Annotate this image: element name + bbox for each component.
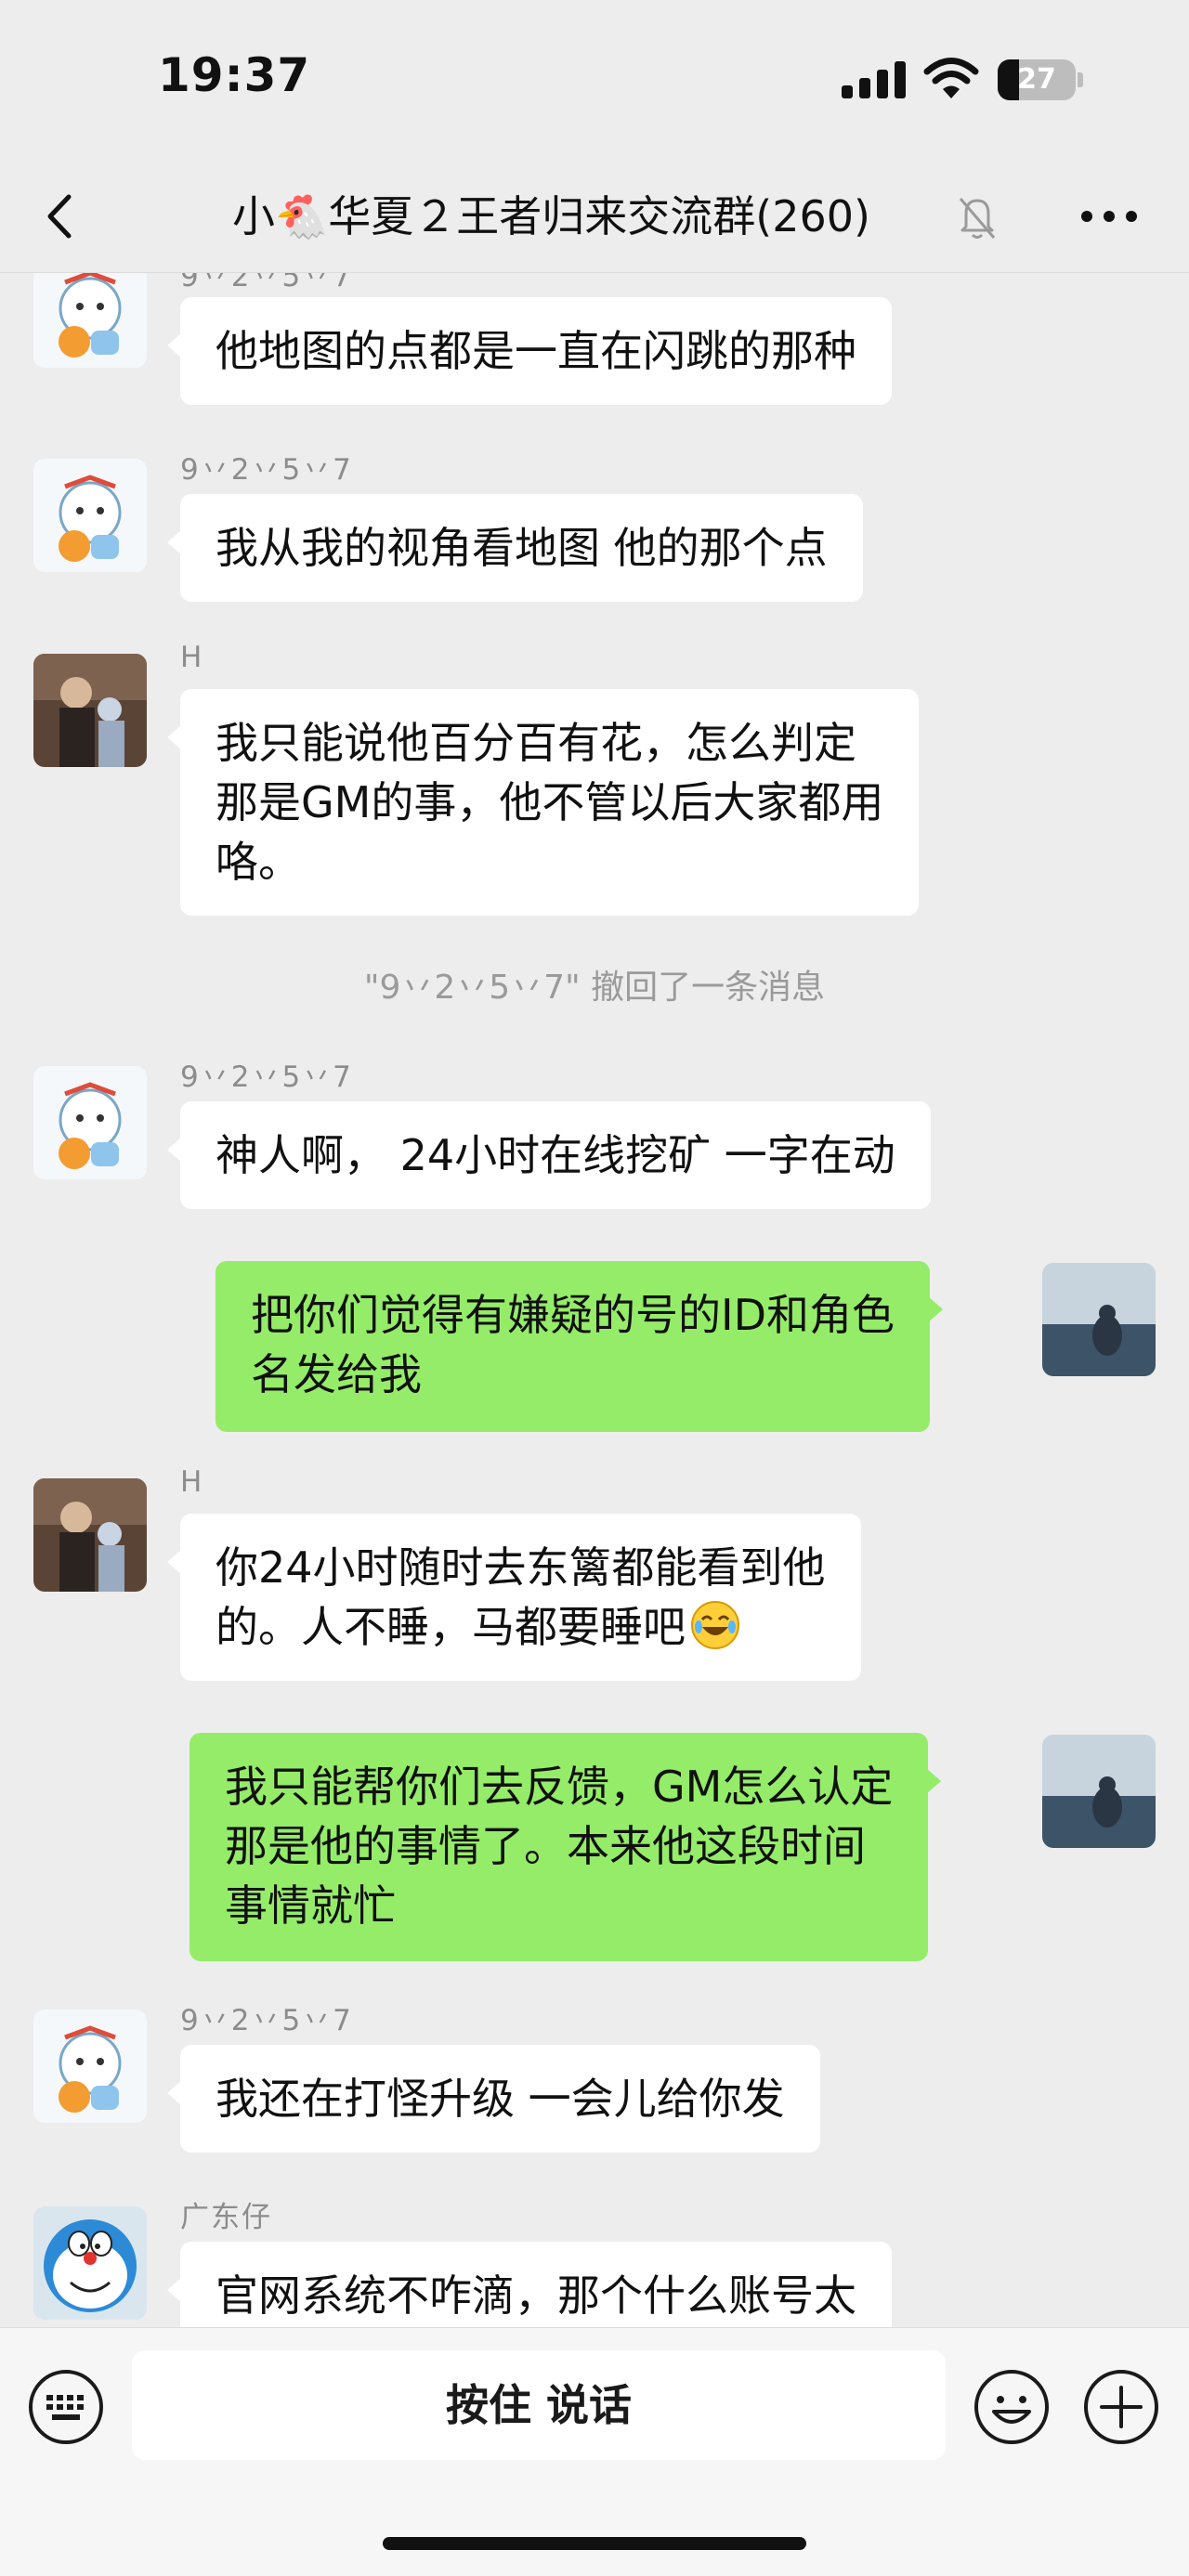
avatar[interactable] [33, 459, 147, 572]
message-text: 官网系统不咋滴，那个什么账号太 [216, 2270, 856, 2321]
sender-name: 9丷2丷5丷7 [180, 453, 353, 487]
avatar[interactable] [1042, 1263, 1156, 1376]
home-indicator[interactable] [383, 2537, 806, 2550]
message-text: 咯。 [216, 837, 301, 887]
sender-name: 9丷2丷5丷7 [180, 2004, 353, 2037]
message-text: 那是他的事情了。本来他这段时间 [225, 1821, 866, 1871]
battery-percent: 27 [1017, 63, 1056, 96]
emoji-icon[interactable] [972, 2367, 1052, 2447]
message-text: 名发给我 [251, 1349, 422, 1399]
message-text: 我从我的视角看地图 他的那个点 [216, 523, 828, 573]
status-time: 19:37 [158, 48, 311, 102]
avatar[interactable] [33, 2010, 147, 2123]
battery-icon: 27 [998, 59, 1083, 100]
message-text: 我只能说他百分百有花，怎么判定 [216, 718, 856, 768]
message-text: 你24小时随时去东篱都能看到他 [216, 1542, 826, 1593]
bell-slash-icon [959, 198, 996, 239]
avatar[interactable] [33, 1066, 147, 1179]
message-list[interactable]: 9丷2丷5丷7 他地图的点都是一直在闪跳的那种 9丷2丷5丷7 我从我的视角看地… [0, 273, 1189, 2327]
message-bubble[interactable]: 他地图的点都是一直在闪跳的那种 [167, 297, 892, 405]
chat-title[interactable]: 小🐔华夏２王者归来交流群(260) [232, 184, 957, 249]
avatar[interactable] [1042, 1735, 1156, 1848]
message-bubble[interactable]: 我从我的视角看地图 他的那个点 [167, 494, 863, 602]
message-bubble[interactable]: 我还在打怪升级 一会儿给你发 [167, 2045, 820, 2153]
hold-to-talk-button[interactable]: 按住 说话 [132, 2350, 946, 2460]
sender-name: H [180, 641, 204, 674]
message-bubble[interactable]: 我只能说他百分百有花，怎么判定 那是GM的事，他不管以后大家都用 咯。 [166, 689, 920, 916]
message-text: 那是GM的事，他不管以后大家都用 [216, 777, 884, 827]
message-bubble[interactable]: 把你们觉得有嫌疑的号的ID和角色 名发给我 [216, 1261, 943, 1432]
message-text: 把你们觉得有嫌疑的号的ID和角色 [251, 1290, 895, 1340]
chevron-left-icon[interactable] [37, 184, 84, 249]
message-text: 神人啊， 24小时在线挖矿 一字在动 [216, 1130, 895, 1180]
sender-name: 9丷2丷5丷7 [180, 1060, 353, 1094]
ellipsis-icon[interactable] [1079, 204, 1139, 228]
chat-header: 小🐔华夏２王者归来交流群(260) [0, 158, 1189, 273]
message-text: 事情就忙 [225, 1880, 396, 1931]
sender-name: 广东仔 [180, 2201, 272, 2234]
message-bubble[interactable]: 神人啊， 24小时在线挖矿 一字在动 [167, 1101, 931, 1209]
recall-notice: "9丷2丷5丷7" 撤回了一条消息 [363, 969, 826, 1007]
wifi-icon [923, 58, 979, 98]
avatar[interactable] [33, 2206, 147, 2320]
message-bubble[interactable]: 你24小时随时去东篱都能看到他 的。人不睡，马都要睡吧 [167, 1514, 861, 1681]
message-bubble[interactable]: 官网系统不咋滴，那个什么账号太 [167, 2242, 892, 2327]
plus-icon[interactable] [1081, 2367, 1161, 2447]
laughing-emoji-icon [691, 1601, 739, 1649]
sender-name: H [180, 1465, 204, 1499]
message-text: 我只能帮你们去反馈，GM怎么认定 [225, 1762, 894, 1812]
message-text: 我还在打怪升级 一会儿给你发 [216, 2074, 785, 2124]
message-bubble[interactable]: 我只能帮你们去反馈，GM怎么认定 那是他的事情了。本来他这段时间 事情就忙 [189, 1733, 942, 1961]
avatar[interactable] [33, 273, 147, 368]
message-text: 他地图的点都是一直在闪跳的那种 [216, 326, 856, 376]
status-bar: 19:37 27 [0, 0, 1189, 158]
message-text-part: 的。人不睡，马都要睡吧 [216, 1602, 686, 1652]
avatar[interactable] [33, 654, 147, 767]
avatar[interactable] [33, 1478, 147, 1592]
cellular-signal-icon [842, 61, 907, 98]
sender-name: 9丷2丷5丷7 [180, 273, 353, 293]
keyboard-icon[interactable] [26, 2367, 106, 2447]
message-text: 的。人不睡，马都要睡吧 [216, 1597, 826, 1657]
